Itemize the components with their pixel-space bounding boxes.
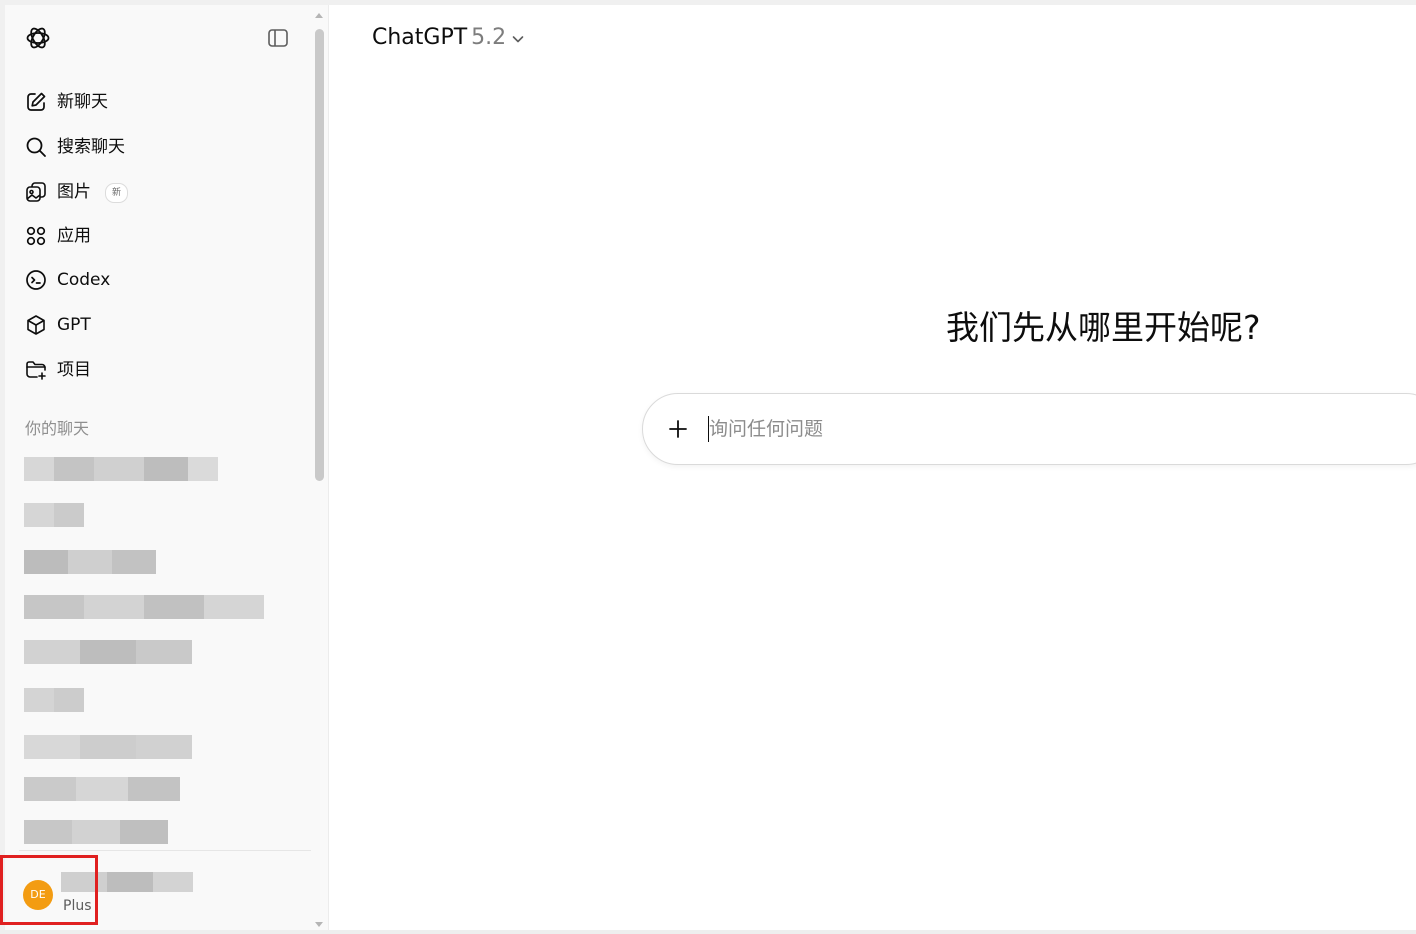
- edit-icon: [25, 91, 47, 113]
- sidebar-scrollbar[interactable]: [313, 13, 325, 927]
- openai-logo-icon[interactable]: [24, 24, 52, 52]
- model-name: ChatGPT: [372, 25, 468, 50]
- nav-gpts[interactable]: GPT: [19, 307, 299, 343]
- composer[interactable]: [642, 393, 1416, 465]
- nav-apps[interactable]: 应用: [19, 218, 299, 254]
- chat-history-item[interactable]: [24, 688, 84, 712]
- new-badge: 新: [105, 183, 129, 203]
- nav-gpts-label: GPT: [57, 315, 91, 335]
- images-icon: [25, 181, 47, 203]
- nav-codex[interactable]: Codex: [19, 262, 299, 298]
- prompt-input[interactable]: [709, 413, 1309, 445]
- apps-icon: [25, 225, 47, 247]
- nav-projects-label: 项目: [57, 360, 91, 380]
- nav-images[interactable]: 图片 新: [19, 174, 299, 210]
- nav-search-chats[interactable]: 搜索聊天: [19, 129, 299, 165]
- search-icon: [25, 136, 47, 158]
- nav-new-chat[interactable]: 新聊天: [19, 84, 299, 120]
- sidebar: 新聊天 搜索聊天 图片 新 应用 Codex GPT 项目 你的聊天 DE Pl…: [5, 5, 329, 930]
- window-frame-bottom: [0, 930, 1416, 934]
- scroll-up-arrow-icon[interactable]: [315, 13, 323, 18]
- scroll-down-arrow-icon[interactable]: [315, 922, 323, 927]
- nav-codex-label: Codex: [57, 270, 111, 290]
- codex-icon: [25, 269, 47, 291]
- nav-apps-label: 应用: [57, 226, 91, 246]
- nav-images-label: 图片: [57, 182, 91, 202]
- nav-new-chat-label: 新聊天: [57, 92, 108, 112]
- chat-history-item[interactable]: [24, 735, 192, 759]
- chat-history-item[interactable]: [24, 777, 180, 801]
- cube-icon: [25, 314, 47, 336]
- sidebar-divider: [19, 850, 311, 851]
- chevron-down-icon[interactable]: [510, 31, 526, 47]
- page-title: 我们先从哪里开始呢?: [946, 308, 1261, 347]
- your-chats-heading: 你的聊天: [25, 419, 90, 438]
- nav-projects[interactable]: 项目: [19, 352, 299, 388]
- nav-search-chats-label: 搜索聊天: [57, 137, 125, 157]
- sidebar-toggle-icon[interactable]: [266, 26, 290, 50]
- chat-history-item[interactable]: [24, 595, 264, 619]
- model-version: 5.2: [471, 25, 507, 50]
- chat-history-item[interactable]: [24, 820, 168, 844]
- chat-history-item[interactable]: [24, 457, 218, 481]
- scrollbar-thumb[interactable]: [315, 29, 324, 481]
- chat-history-item[interactable]: [24, 550, 156, 574]
- folder-plus-icon: [25, 359, 47, 381]
- chat-history-item[interactable]: [24, 503, 84, 527]
- highlight-annotation-box: [0, 855, 98, 925]
- add-attachment-button[interactable]: [665, 416, 691, 442]
- chat-history-item[interactable]: [24, 640, 192, 664]
- model-selector[interactable]: ChatGPT 5.2: [372, 24, 506, 52]
